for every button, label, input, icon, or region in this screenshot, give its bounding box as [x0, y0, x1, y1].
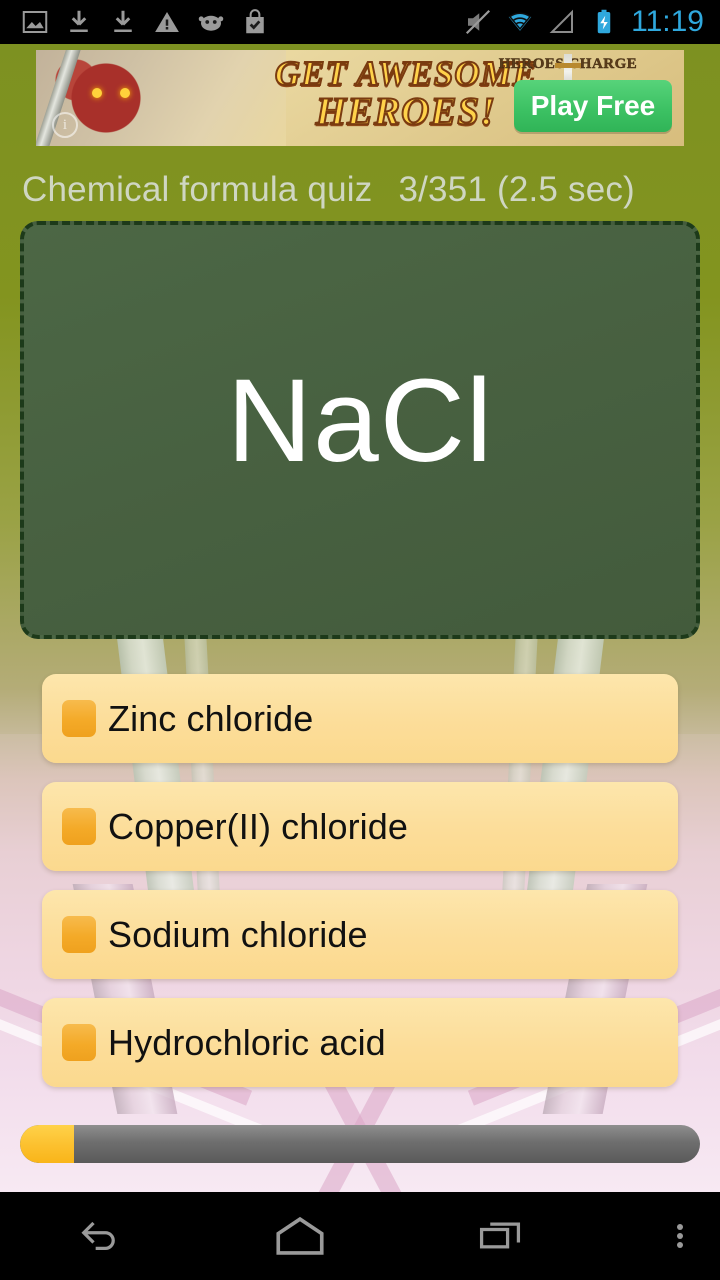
device-screen: 11:19 GET AWESOME HEROES! HEROES CHARGE …	[0, 0, 720, 1280]
answer-bullet-icon	[62, 1024, 96, 1061]
home-button[interactable]	[200, 1210, 400, 1262]
ad-character-eye	[120, 88, 130, 98]
image-icon	[20, 7, 50, 37]
answer-option-label: Copper(II) chloride	[108, 805, 409, 847]
quiz-header: Chemical formula quiz 3/351 (2.5 sec)	[0, 166, 720, 214]
download-icon	[64, 7, 94, 37]
quiz-progress-bar-fill	[20, 1125, 75, 1163]
ad-brand-logo: HEROES CHARGE	[498, 54, 638, 98]
answer-option-label: Zinc chloride	[108, 697, 314, 739]
ad-character-eye	[92, 88, 102, 98]
answer-bullet-icon	[62, 808, 96, 845]
menu-dot	[677, 1233, 683, 1239]
mute-icon	[463, 7, 493, 37]
status-bar: 11:19	[0, 0, 720, 44]
back-button[interactable]	[0, 1210, 200, 1262]
overflow-menu-button[interactable]	[640, 1221, 720, 1251]
answer-bullet-icon	[62, 916, 96, 953]
ad-banner[interactable]: GET AWESOME HEROES! HEROES CHARGE Play F…	[36, 50, 684, 146]
battery-charging-icon	[589, 7, 619, 37]
status-bar-clock: 11:19	[631, 5, 704, 38]
chemical-formula: NaCl	[226, 355, 494, 487]
status-bar-left-icons	[0, 7, 270, 37]
warning-icon	[152, 7, 182, 37]
answer-option[interactable]: Hydrochloric acid	[42, 998, 678, 1087]
download-icon	[108, 7, 138, 37]
app-content: GET AWESOME HEROES! HEROES CHARGE Play F…	[0, 44, 720, 1192]
quiz-progress-bar	[20, 1125, 700, 1163]
recents-button[interactable]	[400, 1210, 600, 1262]
answer-option[interactable]: Zinc chloride	[42, 674, 678, 763]
answer-bullet-icon	[62, 700, 96, 737]
android-icon	[196, 7, 226, 37]
play-store-bag-icon	[240, 7, 270, 37]
quiz-title: Chemical formula quiz	[22, 170, 373, 209]
answer-option[interactable]: Copper(II) chloride	[42, 782, 678, 871]
signal-icon	[547, 7, 577, 37]
status-bar-right-icons: 11:19	[463, 5, 720, 39]
quiz-progress-text: 3/351 (2.5 sec)	[398, 170, 635, 209]
menu-dot	[677, 1242, 683, 1248]
answer-option-label: Hydrochloric acid	[108, 1021, 386, 1063]
ad-info-icon[interactable]: i	[52, 112, 78, 138]
answer-option-label: Sodium chloride	[108, 913, 368, 955]
answer-list: Zinc chloride Copper(II) chloride Sodium…	[0, 674, 720, 1106]
ad-cta-button[interactable]: Play Free	[514, 80, 672, 132]
wifi-icon	[505, 7, 535, 37]
android-nav-bar	[0, 1192, 720, 1280]
blackboard: NaCl	[20, 221, 700, 639]
answer-option[interactable]: Sodium chloride	[42, 890, 678, 979]
menu-dot	[677, 1224, 683, 1230]
